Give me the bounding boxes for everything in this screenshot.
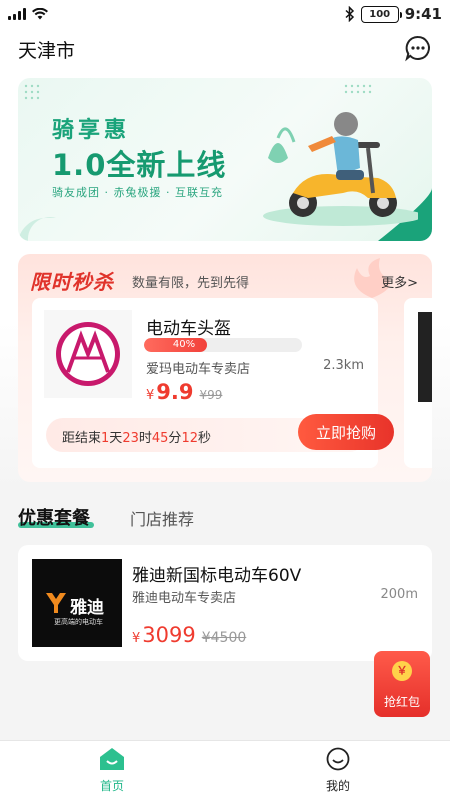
countdown-prefix: 距结束 <box>62 431 102 446</box>
bluetooth-icon <box>345 6 354 22</box>
package-card[interactable]: 雅迪 更高端的电动车 雅迪新国标电动车60V 雅迪电动车专卖店 200m ¥ 3… <box>18 545 432 661</box>
countdown-days-unit: 天 <box>109 431 123 446</box>
scooter-rider-illustration <box>263 112 418 226</box>
bottom-nav: 首页 我的 <box>0 740 450 800</box>
product-price-row: ¥ 9.9 ¥99 <box>146 380 222 404</box>
nav-home-label: 首页 <box>99 779 124 793</box>
nav-home[interactable]: 首页 <box>72 747 152 794</box>
package-price: 3099 <box>142 623 196 647</box>
nav-mine[interactable]: 我的 <box>298 747 378 794</box>
signal-icon <box>8 8 26 20</box>
product-logo-image <box>44 310 132 398</box>
product-old-price: ¥99 <box>199 388 223 402</box>
product-store: 爱玛电动车专卖店 <box>146 362 251 377</box>
home-icon <box>100 748 124 770</box>
promo-banner[interactable]: 骑享惠 1.0全新上线 骑友成团 · 赤兔极援 · 互联互充 <box>18 78 432 241</box>
tab-packages[interactable]: 优惠套餐 <box>18 504 90 530</box>
flash-sale-subtitle: 数量有限，先到先得 <box>132 276 250 291</box>
status-right: 100 9:41 <box>345 5 442 23</box>
package-brand-tagline: 更高端的电动车 <box>54 618 103 626</box>
countdown-text: 距结束1天23时45分12秒 <box>62 427 211 446</box>
countdown-hours-unit: 时 <box>138 431 152 446</box>
smile-icon <box>326 747 350 771</box>
app-header: 天津市 <box>0 30 450 70</box>
sale-progress-bar: 40% <box>144 338 302 352</box>
banner-title: 骑享惠 <box>52 118 131 143</box>
countdown-seconds: 12 <box>181 431 198 446</box>
countdown-minutes: 45 <box>151 431 169 446</box>
banner-headline: 1.0全新上线 <box>52 148 227 182</box>
red-packet-label: 抢红包 <box>383 695 420 709</box>
flash-product-card[interactable]: 电动车头盔 40% 爱玛电动车专卖店 2.3km ¥ 9.9 ¥99 距结束1天… <box>32 298 394 468</box>
city-selector[interactable]: 天津市 <box>18 36 75 63</box>
more-link[interactable]: 更多> <box>381 272 418 291</box>
red-packet-button[interactable]: ￥ 抢红包 <box>374 651 430 717</box>
clock: 9:41 <box>404 5 442 23</box>
coin-icon: ￥ <box>392 661 412 681</box>
product-name: 电动车头盔 <box>146 319 231 339</box>
product-distance: 2.3km <box>323 358 364 373</box>
package-old-price: ¥4500 <box>201 630 247 646</box>
package-store: 雅迪电动车专卖店 <box>132 591 237 606</box>
status-left <box>8 8 48 20</box>
battery-icon: 100 <box>360 5 402 23</box>
countdown-minutes-unit: 分 <box>168 431 182 446</box>
battery-level: 100 <box>369 8 391 20</box>
price-currency: ¥ <box>146 388 155 403</box>
nav-mine-label: 我的 <box>325 779 350 793</box>
package-price-row: ¥ 3099 ¥4500 <box>132 623 246 647</box>
product-price: 9.9 <box>156 380 194 404</box>
countdown-seconds-unit: 秒 <box>197 431 211 446</box>
flash-sale-section: 限时秒杀 数量有限，先到先得 更多> 电动车头盔 40% 爱玛电动车专卖店 2.… <box>18 254 432 482</box>
package-name: 雅迪新国标电动车60V <box>132 566 302 586</box>
tab-store-recommend[interactable]: 门店推荐 <box>130 506 194 530</box>
buy-now-button[interactable]: 立即抢购 <box>298 414 394 450</box>
next-product-card-peek[interactable] <box>404 298 432 468</box>
package-brand: 雅迪 <box>70 598 104 618</box>
flash-sale-title: 限时秒杀 <box>30 270 114 294</box>
sale-progress-label: 40% <box>172 339 196 350</box>
wifi-icon <box>32 8 48 20</box>
banner-subtitle: 骑友成团 · 赤兔极援 · 互联互充 <box>52 186 223 199</box>
next-product-image <box>418 312 432 402</box>
category-tabs: 优惠套餐 门店推荐 <box>0 496 450 536</box>
status-bar: 100 9:41 <box>0 0 450 30</box>
package-image: 雅迪 更高端的电动车 <box>32 559 122 647</box>
package-price-currency: ¥ <box>132 631 141 646</box>
chat-icon[interactable] <box>404 34 432 62</box>
package-distance: 200m <box>380 587 418 602</box>
countdown-hours: 23 <box>122 431 139 446</box>
